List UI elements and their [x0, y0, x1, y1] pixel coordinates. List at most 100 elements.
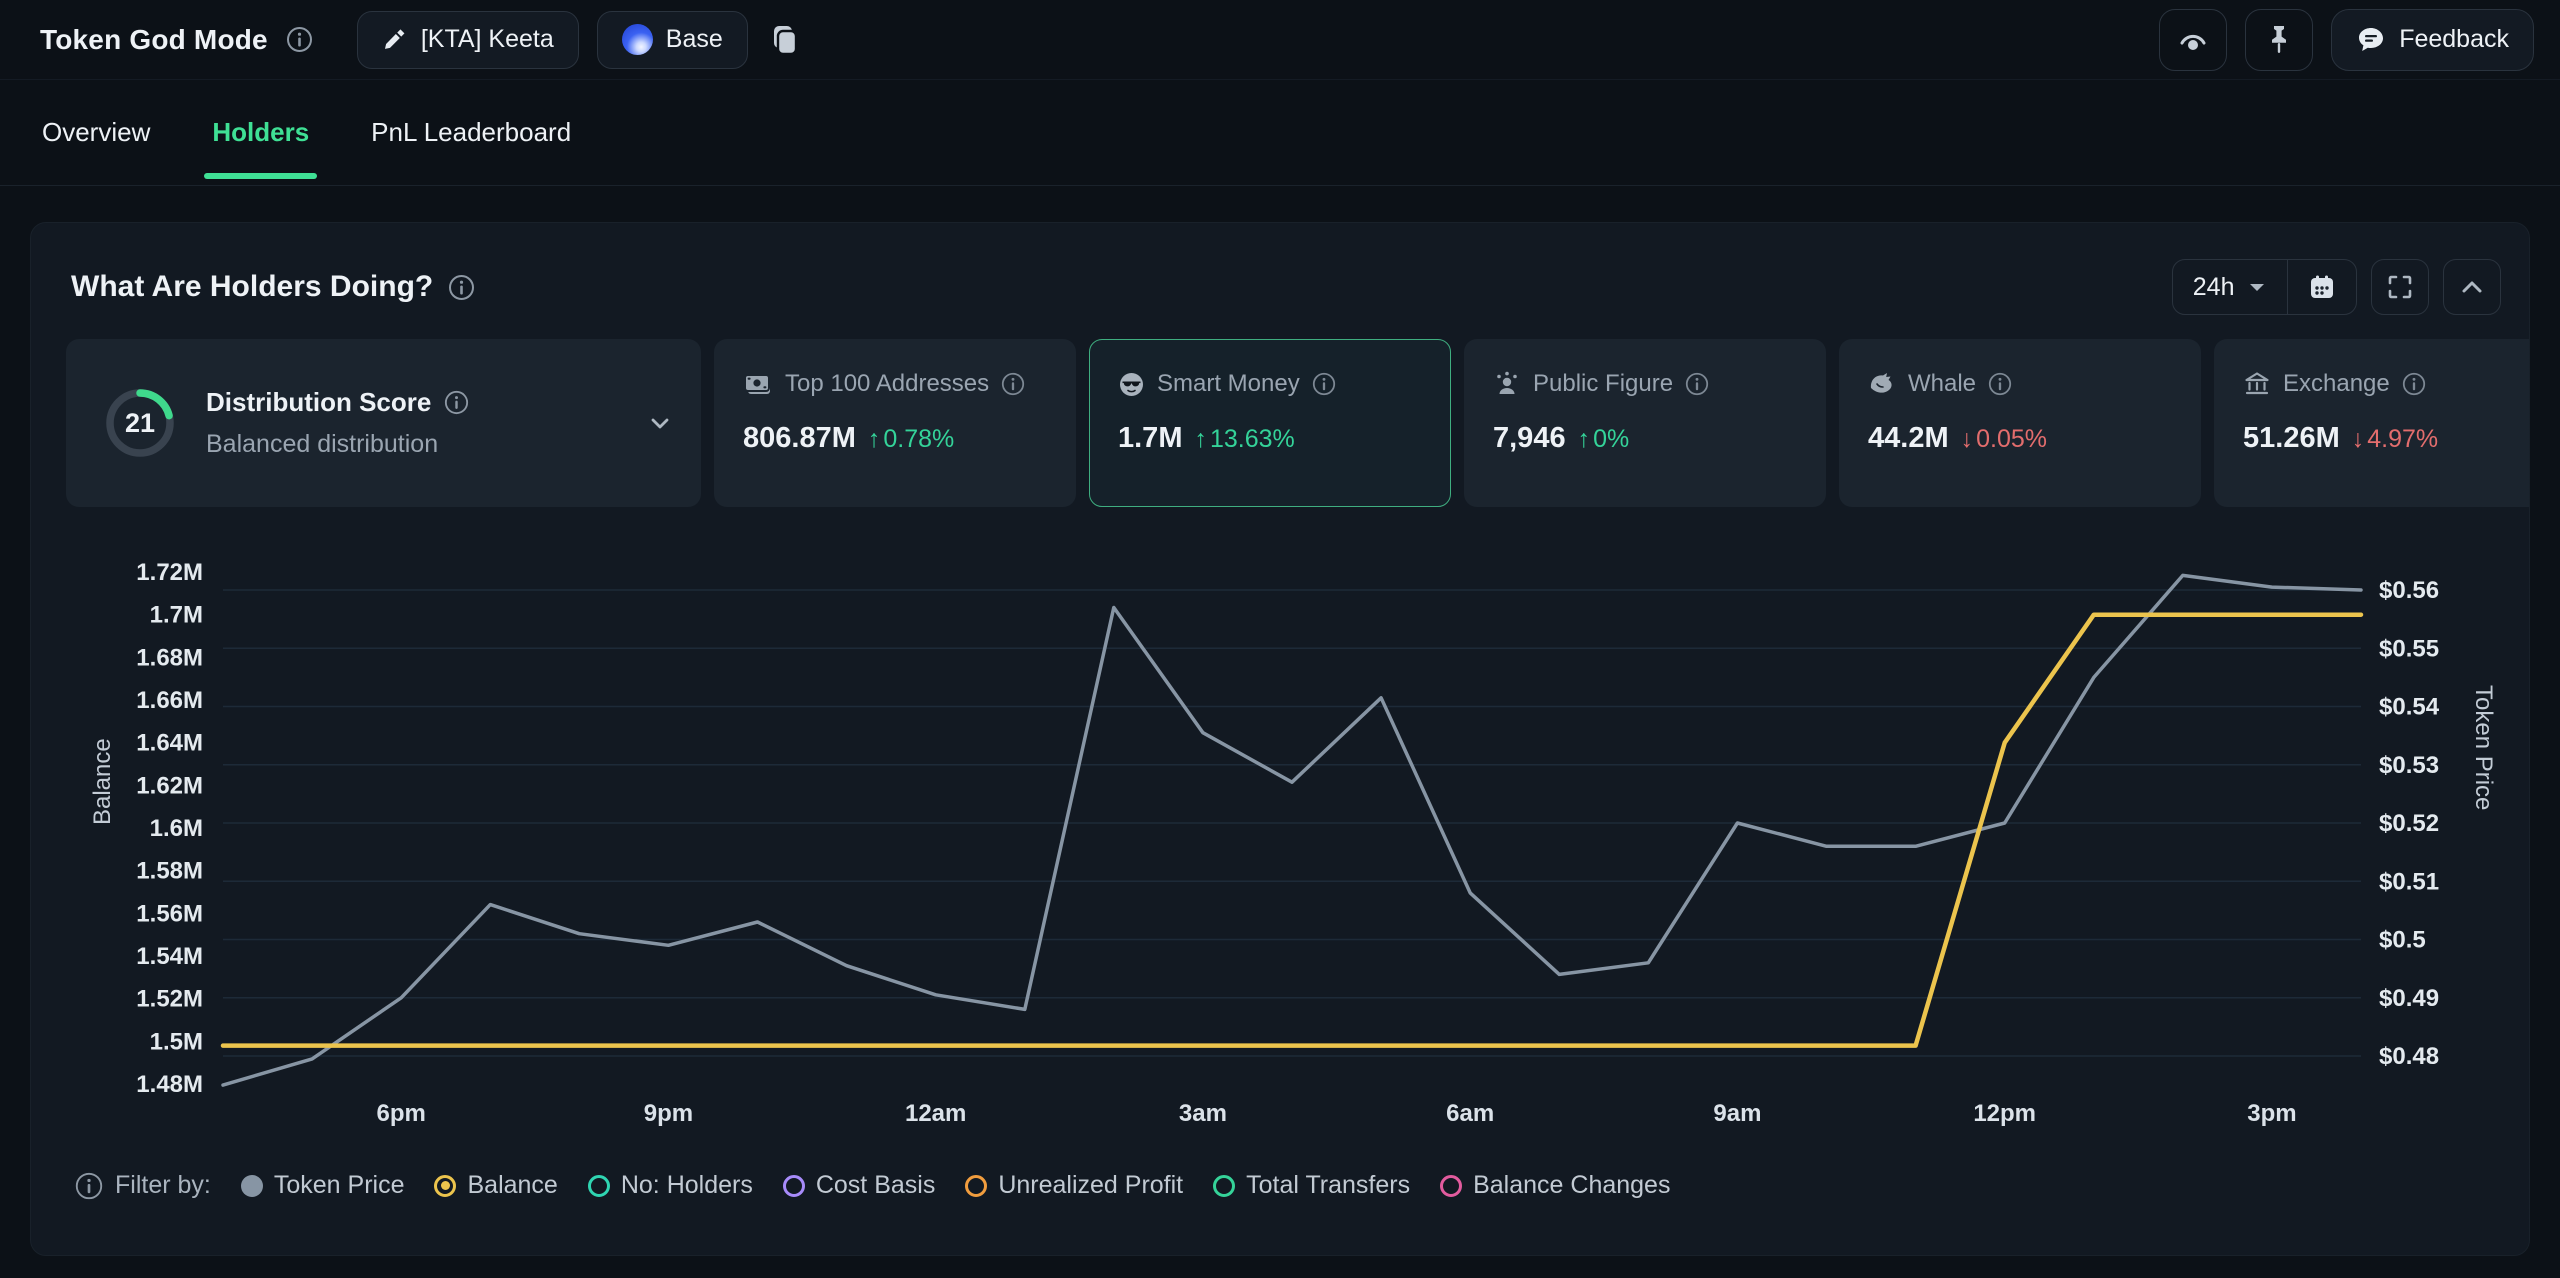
fullscreen-button[interactable]	[2371, 259, 2429, 315]
app-header: Token God Mode [KTA] Keeta Base Feedback	[0, 0, 2560, 80]
info-icon[interactable]	[75, 1172, 103, 1200]
tab-pnl-leaderboard[interactable]: PnL Leaderboard	[369, 79, 573, 186]
bank-icon	[2243, 370, 2271, 398]
svg-text:$0.5: $0.5	[2379, 927, 2426, 954]
legend-item-no-holders[interactable]: No: Holders	[588, 1171, 753, 1200]
info-icon[interactable]	[448, 274, 475, 301]
chevron-up-icon	[2458, 273, 2486, 301]
timeframe-dropdown[interactable]: 24h	[2173, 260, 2287, 314]
svg-text:1.5M: 1.5M	[150, 1028, 203, 1055]
svg-text:1.64M: 1.64M	[136, 730, 203, 757]
holders-activity-panel: What Are Holders Doing? 24h	[30, 222, 2530, 1256]
tab-holders[interactable]: Holders	[210, 79, 311, 186]
distribution-score-label: Distribution Score	[206, 387, 431, 418]
legend-item-balance[interactable]: Balance	[434, 1171, 557, 1200]
svg-text:$0.56: $0.56	[2379, 577, 2439, 604]
distribution-score-value: 21	[100, 383, 180, 463]
holder-category-cards: 21 Distribution Score Balanced distribut…	[66, 339, 2529, 509]
svg-text:9am: 9am	[1713, 1100, 1761, 1127]
public-figure-icon	[1493, 370, 1521, 398]
info-icon[interactable]	[2402, 372, 2426, 396]
cost-basis-marker	[783, 1175, 805, 1197]
page-title: Token God Mode	[40, 24, 268, 56]
svg-text:$0.53: $0.53	[2379, 752, 2439, 779]
stat-card-whale[interactable]: Whale 44.2M ↓0.05%	[1839, 339, 2201, 507]
whale-icon	[1868, 370, 1896, 398]
base-chain-logo	[622, 24, 653, 55]
y-axis-title-token-price: Token Price	[2469, 685, 2497, 810]
svg-text:3am: 3am	[1179, 1100, 1227, 1127]
collapse-panel-button[interactable]	[2443, 259, 2501, 315]
trend-arrow-icon: ↓	[2352, 425, 2365, 454]
pin-icon	[2263, 23, 2295, 57]
y-axis-title-balance: Balance	[89, 738, 117, 825]
legend-item-balance-changes[interactable]: Balance Changes	[1440, 1171, 1670, 1200]
calendar-button[interactable]	[2288, 260, 2356, 314]
svg-text:6pm: 6pm	[376, 1100, 425, 1127]
svg-text:1.62M: 1.62M	[136, 772, 203, 799]
feedback-label: Feedback	[2399, 25, 2509, 54]
tab-overview[interactable]: Overview	[40, 79, 152, 186]
stat-value: 1.7M	[1118, 422, 1182, 455]
token-price-marker	[241, 1175, 263, 1197]
section-tabbar: Overview Holders PnL Leaderboard	[0, 80, 2560, 186]
stat-label: Public Figure	[1533, 370, 1673, 398]
stat-card-exchange[interactable]: Exchange 51.26M ↓4.97%	[2214, 339, 2529, 507]
pin-button[interactable]	[2245, 9, 2313, 71]
unrealized-profit-marker	[965, 1175, 987, 1197]
info-icon[interactable]	[1001, 372, 1025, 396]
svg-text:$0.55: $0.55	[2379, 635, 2439, 662]
token-name: [KTA] Keeta	[421, 25, 554, 54]
legend-item-token-price[interactable]: Token Price	[241, 1171, 405, 1200]
watchlist-eye-button[interactable]	[2159, 9, 2227, 71]
svg-text:$0.54: $0.54	[2379, 694, 2440, 721]
svg-text:1.58M: 1.58M	[136, 858, 203, 885]
distribution-score-card[interactable]: 21 Distribution Score Balanced distribut…	[66, 339, 701, 507]
chevron-down-icon[interactable]	[647, 410, 673, 436]
trend-arrow-icon: ↑	[1194, 425, 1207, 454]
svg-text:1.54M: 1.54M	[136, 943, 203, 970]
balance-changes-marker	[1440, 1175, 1462, 1197]
banknote-icon	[743, 371, 773, 397]
info-icon[interactable]	[1685, 372, 1709, 396]
stat-value: 44.2M	[1868, 422, 1949, 455]
stat-label: Smart Money	[1157, 370, 1300, 398]
svg-text:1.72M: 1.72M	[136, 559, 203, 586]
feedback-button[interactable]: Feedback	[2331, 9, 2534, 71]
svg-text:$0.51: $0.51	[2379, 868, 2439, 895]
svg-text:1.68M: 1.68M	[136, 644, 203, 671]
stat-label: Whale	[1908, 370, 1976, 398]
svg-text:$0.52: $0.52	[2379, 810, 2439, 837]
stat-label: Exchange	[2283, 370, 2390, 398]
token-selector-button[interactable]: [KTA] Keeta	[357, 11, 579, 69]
stat-card-smart-money[interactable]: Smart Money 1.7M ↑13.63%	[1089, 339, 1451, 507]
info-icon[interactable]	[1312, 372, 1336, 396]
fullscreen-icon	[2386, 273, 2414, 301]
info-icon[interactable]	[286, 26, 313, 53]
info-icon[interactable]	[1988, 372, 2012, 396]
distribution-score-ring: 21	[100, 383, 180, 463]
edit-pencil-icon	[382, 27, 408, 53]
copy-address-icon[interactable]	[768, 23, 800, 57]
chat-bubble-icon	[2356, 25, 2386, 55]
stat-card-top-100-addresses[interactable]: Top 100 Addresses 806.87M ↑0.78%	[714, 339, 1076, 507]
stat-card-public-figure[interactable]: Public Figure 7,946 ↑0%	[1464, 339, 1826, 507]
balance-marker	[434, 1175, 456, 1197]
distribution-score-subtitle: Balanced distribution	[206, 430, 469, 459]
chain-selector-button[interactable]: Base	[597, 11, 748, 69]
stat-delta: ↑0%	[1578, 425, 1630, 454]
legend-item-cost-basis[interactable]: Cost Basis	[783, 1171, 935, 1200]
svg-text:$0.48: $0.48	[2379, 1043, 2439, 1070]
svg-text:3pm: 3pm	[2247, 1100, 2296, 1127]
legend-item-total-transfers[interactable]: Total Transfers	[1213, 1171, 1410, 1200]
legend-prefix-label: Filter by:	[115, 1171, 211, 1200]
holders-line-chart[interactable]: 1.72M1.7M1.68M1.66M1.64M1.62M1.6M1.58M1.…	[31, 523, 2531, 1143]
stat-value: 51.26M	[2243, 422, 2340, 455]
stat-delta: ↑13.63%	[1194, 425, 1294, 454]
svg-text:1.52M: 1.52M	[136, 986, 203, 1013]
svg-text:1.66M: 1.66M	[136, 687, 203, 714]
info-icon[interactable]	[444, 390, 469, 415]
stat-label: Top 100 Addresses	[785, 370, 989, 398]
legend-item-unrealized-profit[interactable]: Unrealized Profit	[965, 1171, 1183, 1200]
trend-arrow-icon: ↑	[868, 425, 881, 454]
